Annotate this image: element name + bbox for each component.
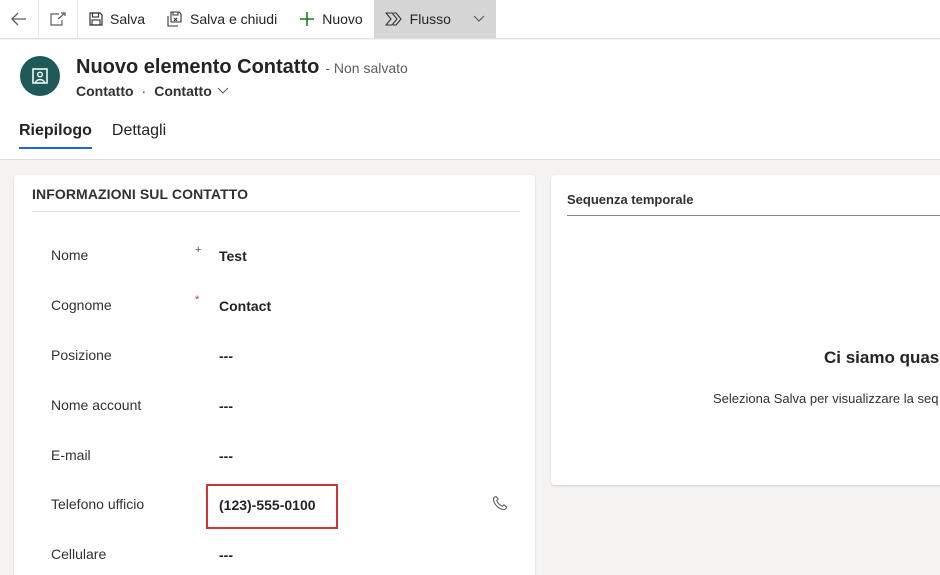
field-label: Nome <box>51 247 89 263</box>
flow-icon <box>384 12 403 26</box>
entity-separator: · <box>141 83 147 99</box>
required-marker: * <box>195 294 200 306</box>
back-button[interactable] <box>0 0 39 38</box>
tab-list: Riepilogo Dettagli <box>19 122 186 149</box>
field-label: Telefono ufficio <box>51 496 145 512</box>
form-selector[interactable]: Contatto <box>154 83 229 99</box>
first-name-input[interactable]: Test <box>219 248 247 264</box>
page-title: Nuovo elemento Contatto <box>76 56 320 78</box>
timeline-title: Sequenza temporale <box>567 192 694 207</box>
contact-info-card: INFORMAZIONI SUL CONTATTO Nome + Test Co… <box>14 175 535 575</box>
open-in-new-window-button[interactable] <box>39 0 78 38</box>
save-and-close-icon <box>167 11 183 27</box>
timeline-empty-title: Ci siamo quasi <box>824 348 940 367</box>
save-and-close-button[interactable]: Salva e chiudi <box>156 0 288 38</box>
timeline-divider <box>567 215 940 216</box>
field-mobile-phone: Cellulare --- <box>14 542 535 572</box>
save-button[interactable]: Salva <box>78 0 156 38</box>
field-email: E-mail --- <box>14 443 535 473</box>
field-account-name: Nome account --- <box>14 393 535 423</box>
section-divider <box>32 211 520 212</box>
field-label: Posizione <box>51 347 112 363</box>
mobile-phone-input[interactable]: --- <box>219 547 233 563</box>
timeline-card: Sequenza temporale Ci siamo quasi Selezi… <box>551 175 940 485</box>
new-label: Nuovo <box>322 11 363 27</box>
command-bar: Salva Salva e chiudi Nuovo Flusso <box>0 0 940 39</box>
business-phone-input[interactable]: (123)-555-0100 <box>219 497 316 513</box>
entity-row: Contatto · Contatto <box>76 83 229 99</box>
save-and-close-label: Salva e chiudi <box>190 11 278 27</box>
plus-icon <box>299 11 315 27</box>
section-title: INFORMAZIONI SUL CONTATTO <box>32 186 249 202</box>
phone-icon[interactable] <box>492 495 508 511</box>
field-job-title: Posizione --- <box>14 343 535 373</box>
email-input[interactable]: --- <box>219 448 233 464</box>
field-label: Cognome <box>51 297 112 313</box>
entity-name: Contatto <box>76 83 134 99</box>
contact-card-icon <box>31 67 49 85</box>
chevron-down-icon[interactable] <box>473 15 485 23</box>
job-title-input[interactable]: --- <box>219 348 233 364</box>
account-name-lookup[interactable]: --- <box>219 398 233 414</box>
timeline-empty-message: Seleziona Salva per visualizzare la seq <box>713 391 939 406</box>
save-icon <box>89 12 103 26</box>
field-label: E-mail <box>51 447 91 463</box>
recommended-marker: + <box>195 244 202 256</box>
field-first-name: Nome + Test <box>14 243 535 273</box>
flow-label: Flusso <box>409 11 451 27</box>
field-business-phone: Telefono ufficio (123)-555-0100 <box>14 484 535 529</box>
save-label: Salva <box>110 11 146 27</box>
save-status: - Non salvato <box>325 60 408 76</box>
field-last-name: Cognome * Contact <box>14 293 535 323</box>
field-label: Nome account <box>51 397 142 413</box>
form-selector-label: Contatto <box>154 83 212 99</box>
open-in-new-window-icon <box>49 11 67 27</box>
tab-dettagli[interactable]: Dettagli <box>112 122 166 149</box>
record-header: Nuovo elemento Contatto - Non salvato Co… <box>0 40 940 160</box>
field-label: Cellulare <box>51 546 107 562</box>
flow-button[interactable]: Flusso <box>373 0 496 38</box>
chevron-down-icon <box>217 87 229 95</box>
title-row: Nuovo elemento Contatto - Non salvato <box>76 56 408 79</box>
avatar <box>20 56 60 96</box>
back-arrow-icon <box>11 12 27 26</box>
last-name-input[interactable]: Contact <box>219 298 271 314</box>
tab-riepilogo[interactable]: Riepilogo <box>19 122 92 149</box>
new-button[interactable]: Nuovo <box>288 0 373 38</box>
